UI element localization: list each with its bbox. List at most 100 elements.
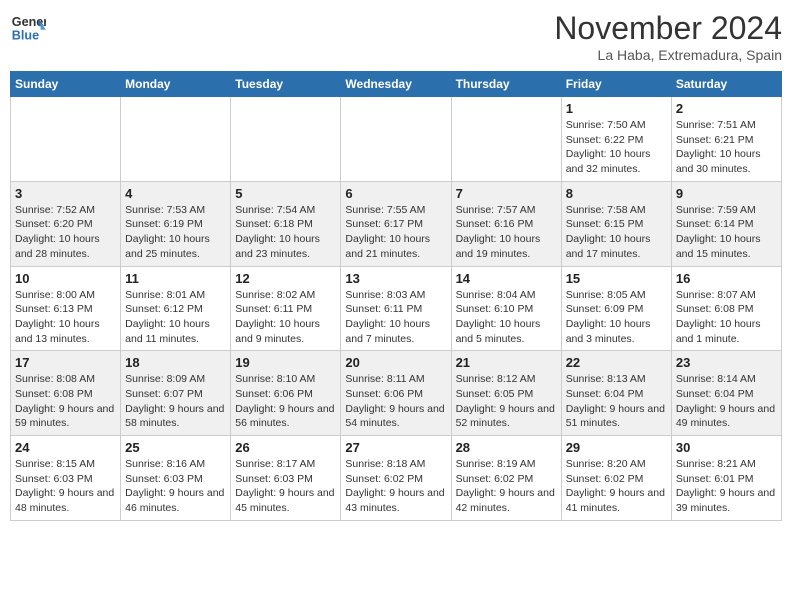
day-info: Sunrise: 8:08 AMSunset: 6:08 PMDaylight:… <box>15 372 116 431</box>
day-of-week-header: Saturday <box>671 72 781 97</box>
day-info: Sunrise: 8:18 AMSunset: 6:02 PMDaylight:… <box>345 457 446 516</box>
calendar-cell: 14 Sunrise: 8:04 AMSunset: 6:10 PMDayligh… <box>451 266 561 351</box>
calendar-cell: 11 Sunrise: 8:01 AMSunset: 6:12 PMDayligh… <box>121 266 231 351</box>
day-info: Sunrise: 8:09 AMSunset: 6:07 PMDaylight:… <box>125 372 226 431</box>
calendar-cell: 20 Sunrise: 8:11 AMSunset: 6:06 PMDayligh… <box>341 351 451 436</box>
day-info: Sunrise: 7:52 AMSunset: 6:20 PMDaylight:… <box>15 203 116 262</box>
day-info: Sunrise: 8:10 AMSunset: 6:06 PMDaylight:… <box>235 372 336 431</box>
calendar-cell: 24Sunrise: 8:15 AMSunset: 6:03 PMDayligh… <box>11 436 121 521</box>
day-number: 1 <box>566 101 667 116</box>
day-of-week-header: Monday <box>121 72 231 97</box>
day-number: 6 <box>345 186 446 201</box>
calendar-cell: 17 Sunrise: 8:08 AMSunset: 6:08 PMDayligh… <box>11 351 121 436</box>
day-info: Sunrise: 8:00 AMSunset: 6:13 PMDaylight:… <box>15 288 116 347</box>
day-info: Sunrise: 7:54 AMSunset: 6:18 PMDaylight:… <box>235 203 336 262</box>
calendar-cell: 30Sunrise: 8:21 AMSunset: 6:01 PMDayligh… <box>671 436 781 521</box>
day-number: 13 <box>345 271 446 286</box>
day-info: Sunrise: 8:12 AMSunset: 6:05 PMDaylight:… <box>456 372 557 431</box>
header: General Blue November 2024 La Haba, Extr… <box>10 10 782 63</box>
day-number: 28 <box>456 440 557 455</box>
calendar-cell: 18Sunrise: 8:09 AMSunset: 6:07 PMDayligh… <box>121 351 231 436</box>
calendar-cell: 9Sunrise: 7:59 AMSunset: 6:14 PMDaylight… <box>671 181 781 266</box>
day-info: Sunrise: 8:01 AMSunset: 6:12 PMDaylight:… <box>125 288 226 347</box>
month-title: November 2024 <box>554 10 782 47</box>
day-info: Sunrise: 7:57 AMSunset: 6:16 PMDaylight:… <box>456 203 557 262</box>
day-info: Sunrise: 8:20 AMSunset: 6:02 PMDaylight:… <box>566 457 667 516</box>
day-of-week-header: Friday <box>561 72 671 97</box>
day-info: Sunrise: 8:11 AMSunset: 6:06 PMDaylight:… <box>345 372 446 431</box>
calendar-week-row: 24Sunrise: 8:15 AMSunset: 6:03 PMDayligh… <box>11 436 782 521</box>
calendar-cell: 28 Sunrise: 8:19 AMSunset: 6:02 PMDayligh… <box>451 436 561 521</box>
day-info: Sunrise: 8:14 AMSunset: 6:04 PMDaylight:… <box>676 372 777 431</box>
calendar-week-row: 10 Sunrise: 8:00 AMSunset: 6:13 PMDayligh… <box>11 266 782 351</box>
day-number: 3 <box>15 186 116 201</box>
day-info: Sunrise: 8:17 AMSunset: 6:03 PMDaylight:… <box>235 457 336 516</box>
calendar-cell: 3 Sunrise: 7:52 AMSunset: 6:20 PMDaylight… <box>11 181 121 266</box>
day-number: 11 <box>125 271 226 286</box>
day-info: Sunrise: 8:16 AMSunset: 6:03 PMDaylight:… <box>125 457 226 516</box>
logo: General Blue <box>10 10 46 46</box>
title-area: November 2024 La Haba, Extremadura, Spai… <box>554 10 782 63</box>
day-of-week-header: Thursday <box>451 72 561 97</box>
calendar-header-row: SundayMondayTuesdayWednesdayThursdayFrid… <box>11 72 782 97</box>
calendar-cell: 16 Sunrise: 8:07 AMSunset: 6:08 PMDayligh… <box>671 266 781 351</box>
svg-text:Blue: Blue <box>12 29 39 43</box>
calendar-cell: 12 Sunrise: 8:02 AMSunset: 6:11 PMDayligh… <box>231 266 341 351</box>
day-number: 30 <box>676 440 777 455</box>
day-info: Sunrise: 7:51 AMSunset: 6:21 PMDaylight:… <box>676 118 777 177</box>
day-number: 14 <box>456 271 557 286</box>
calendar-cell: 7 Sunrise: 7:57 AMSunset: 6:16 PMDaylight… <box>451 181 561 266</box>
day-info: Sunrise: 8:07 AMSunset: 6:08 PMDaylight:… <box>676 288 777 347</box>
calendar-week-row: 3 Sunrise: 7:52 AMSunset: 6:20 PMDaylight… <box>11 181 782 266</box>
calendar-cell: 29 Sunrise: 8:20 AMSunset: 6:02 PMDayligh… <box>561 436 671 521</box>
day-info: Sunrise: 7:53 AMSunset: 6:19 PMDaylight:… <box>125 203 226 262</box>
calendar-cell: 15 Sunrise: 8:05 AMSunset: 6:09 PMDayligh… <box>561 266 671 351</box>
calendar-cell: 13Sunrise: 8:03 AMSunset: 6:11 PMDayligh… <box>341 266 451 351</box>
calendar: SundayMondayTuesdayWednesdayThursdayFrid… <box>10 71 782 521</box>
day-of-week-header: Tuesday <box>231 72 341 97</box>
day-number: 7 <box>456 186 557 201</box>
day-info: Sunrise: 8:19 AMSunset: 6:02 PMDaylight:… <box>456 457 557 516</box>
day-number: 2 <box>676 101 777 116</box>
day-number: 25 <box>125 440 226 455</box>
calendar-cell: 2 Sunrise: 7:51 AMSunset: 6:21 PMDaylight… <box>671 97 781 182</box>
day-number: 9 <box>676 186 777 201</box>
calendar-week-row: 17 Sunrise: 8:08 AMSunset: 6:08 PMDayligh… <box>11 351 782 436</box>
day-number: 19 <box>235 355 336 370</box>
location: La Haba, Extremadura, Spain <box>554 47 782 63</box>
calendar-cell <box>231 97 341 182</box>
day-number: 16 <box>676 271 777 286</box>
calendar-cell: 5 Sunrise: 7:54 AMSunset: 6:18 PMDaylight… <box>231 181 341 266</box>
calendar-cell: 23 Sunrise: 8:14 AMSunset: 6:04 PMDayligh… <box>671 351 781 436</box>
calendar-cell: 8 Sunrise: 7:58 AMSunset: 6:15 PMDaylight… <box>561 181 671 266</box>
calendar-cell <box>121 97 231 182</box>
day-info: Sunrise: 8:15 AMSunset: 6:03 PMDaylight:… <box>15 457 116 516</box>
day-number: 20 <box>345 355 446 370</box>
day-number: 22 <box>566 355 667 370</box>
calendar-cell <box>341 97 451 182</box>
day-of-week-header: Wednesday <box>341 72 451 97</box>
day-number: 4 <box>125 186 226 201</box>
calendar-cell: 19 Sunrise: 8:10 AMSunset: 6:06 PMDayligh… <box>231 351 341 436</box>
calendar-cell <box>11 97 121 182</box>
calendar-cell: 6Sunrise: 7:55 AMSunset: 6:17 PMDaylight… <box>341 181 451 266</box>
day-number: 29 <box>566 440 667 455</box>
day-info: Sunrise: 8:04 AMSunset: 6:10 PMDaylight:… <box>456 288 557 347</box>
day-number: 5 <box>235 186 336 201</box>
day-number: 27 <box>345 440 446 455</box>
day-of-week-header: Sunday <box>11 72 121 97</box>
day-info: Sunrise: 8:02 AMSunset: 6:11 PMDaylight:… <box>235 288 336 347</box>
day-number: 15 <box>566 271 667 286</box>
day-info: Sunrise: 7:58 AMSunset: 6:15 PMDaylight:… <box>566 203 667 262</box>
day-number: 10 <box>15 271 116 286</box>
day-number: 21 <box>456 355 557 370</box>
day-number: 23 <box>676 355 777 370</box>
day-info: Sunrise: 8:13 AMSunset: 6:04 PMDaylight:… <box>566 372 667 431</box>
calendar-cell: 26Sunrise: 8:17 AMSunset: 6:03 PMDayligh… <box>231 436 341 521</box>
calendar-cell: 21 Sunrise: 8:12 AMSunset: 6:05 PMDayligh… <box>451 351 561 436</box>
calendar-cell: 25 Sunrise: 8:16 AMSunset: 6:03 PMDayligh… <box>121 436 231 521</box>
day-number: 17 <box>15 355 116 370</box>
day-info: Sunrise: 8:05 AMSunset: 6:09 PMDaylight:… <box>566 288 667 347</box>
day-number: 12 <box>235 271 336 286</box>
day-number: 8 <box>566 186 667 201</box>
